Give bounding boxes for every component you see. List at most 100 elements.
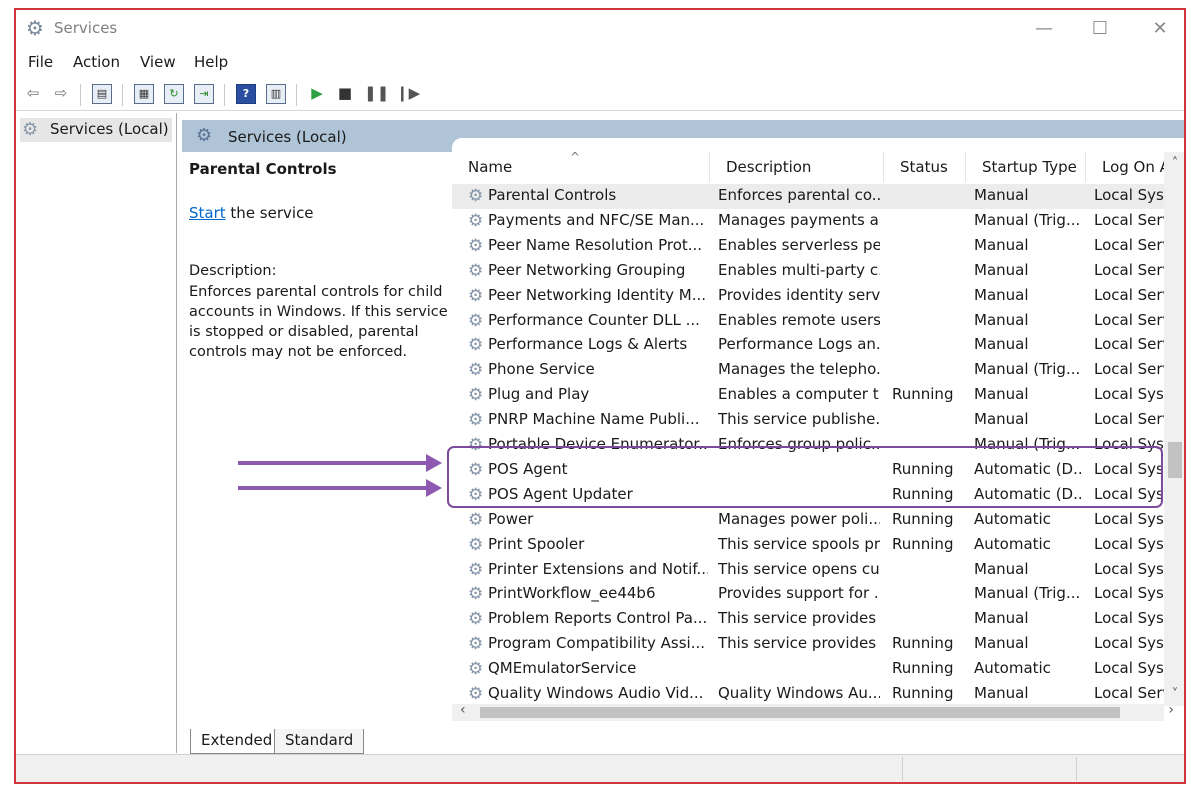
- view-tabs: Extended Standard: [182, 725, 1184, 755]
- pane-title: Services (Local): [228, 128, 347, 146]
- status-divider: [1076, 757, 1077, 781]
- help-icon[interactable]: ?: [236, 84, 256, 104]
- column-header-startup-type[interactable]: Startup Type: [966, 152, 1086, 182]
- cell-description: Provides identity serv...: [718, 285, 880, 304]
- cell-startup-type: Automatic: [974, 659, 1051, 678]
- refresh-icon[interactable]: ↻: [164, 84, 184, 104]
- cell-description: Enforces parental co...: [718, 186, 880, 204]
- maximize-button[interactable]: ☐: [1080, 14, 1120, 44]
- cell-startup-type: Manual: [974, 559, 1029, 578]
- vertical-scrollbar[interactable]: ˄ ˅: [1164, 152, 1184, 706]
- column-header-log-on-as[interactable]: Log On As: [1086, 152, 1178, 182]
- column-header-status[interactable]: Status: [884, 152, 966, 182]
- table-row[interactable]: ⚙ QMEmulatorService Running Automatic Local …: [452, 657, 1164, 682]
- back-arrow-icon[interactable]: ⇦: [22, 82, 44, 104]
- menu-help[interactable]: Help: [194, 53, 228, 71]
- start-service-link[interactable]: Start: [189, 204, 226, 222]
- menu-action[interactable]: Action: [73, 53, 120, 71]
- toolbar-separator: [80, 84, 81, 106]
- cell-description: This service opens cu...: [718, 559, 880, 578]
- cell-name: QMEmulatorService: [488, 659, 637, 678]
- table-row[interactable]: ⚙ Peer Networking Grouping Enables multi-p…: [452, 259, 1164, 284]
- description-label: Description:: [189, 263, 277, 279]
- cell-name: Plug and Play: [488, 385, 590, 404]
- cell-startup-type: Manual: [974, 385, 1029, 404]
- column-header-description[interactable]: Description: [710, 152, 884, 182]
- properties-icon[interactable]: ▦: [134, 84, 154, 104]
- service-gear-icon: ⚙: [468, 584, 484, 605]
- cell-description: Performance Logs an...: [718, 335, 880, 354]
- table-row[interactable]: ⚙ Printer Extensions and Notif... This ser…: [452, 558, 1164, 583]
- tree-item-services-local[interactable]: ⚙ Services (Local): [20, 118, 172, 142]
- selected-service-title: Parental Controls: [189, 160, 337, 178]
- column-header-name-label: Name: [468, 158, 513, 176]
- horizontal-scroll-thumb[interactable]: [480, 707, 1120, 718]
- scroll-down-icon[interactable]: ˅: [1164, 687, 1184, 702]
- gear-icon: ⚙: [22, 119, 39, 140]
- table-row[interactable]: ⚙ PNRP Machine Name Publi... This service …: [452, 408, 1164, 433]
- table-row[interactable]: ⚙ Parental Controls Enforces parental co..…: [452, 184, 1164, 209]
- table-row[interactable]: ⚙ Program Compatibility Assi... This servi…: [452, 632, 1164, 657]
- service-gear-icon: ⚙: [468, 360, 484, 381]
- start-service-suffix: the service: [225, 204, 314, 222]
- cell-name: Quality Windows Audio Vid...: [488, 684, 704, 702]
- resume-service-icon[interactable]: ❙▶: [396, 82, 420, 104]
- cell-description: Enables a computer t...: [718, 385, 880, 404]
- table-row[interactable]: ⚙ Performance Counter DLL ... Enables remo…: [452, 309, 1164, 334]
- export-list-icon[interactable]: ⇥: [194, 84, 214, 104]
- table-row[interactable]: ⚙ Power Manages power poli... Running Automa…: [452, 508, 1164, 533]
- column-header-row: ^ Name Description Status Startup Type L…: [452, 150, 1184, 182]
- table-row[interactable]: ⚙ Plug and Play Enables a computer t... Run…: [452, 383, 1164, 408]
- title-bar[interactable]: ⚙ Services — ☐ ✕: [16, 10, 1184, 48]
- table-row[interactable]: ⚙ Peer Networking Identity M... Provides i…: [452, 284, 1164, 309]
- cell-description: Enables multi-party c...: [718, 260, 880, 279]
- toolbar-separator: [224, 84, 225, 106]
- table-row[interactable]: ⚙ PrintWorkflow_ee44b6 Provides support fo…: [452, 582, 1164, 607]
- cell-description: Provides support for ...: [718, 584, 880, 603]
- service-gear-icon: ⚙: [468, 235, 484, 256]
- cell-name: Parental Controls: [488, 186, 617, 204]
- service-gear-icon: ⚙: [468, 335, 484, 356]
- stop-service-icon[interactable]: ■: [334, 82, 356, 104]
- cell-startup-type: Manual: [974, 285, 1029, 304]
- table-row[interactable]: ⚙ Problem Reports Control Pa... This servi…: [452, 607, 1164, 632]
- start-service-icon[interactable]: ▶: [306, 82, 328, 104]
- cell-name: Peer Networking Grouping: [488, 260, 686, 279]
- forward-arrow-icon[interactable]: ⇨: [50, 82, 72, 104]
- cell-startup-type: Manual: [974, 335, 1029, 354]
- table-row[interactable]: ⚙ Payments and NFC/SE Man... Manages payme…: [452, 209, 1164, 234]
- scroll-right-icon[interactable]: ›: [1168, 702, 1174, 718]
- scroll-left-icon[interactable]: ‹: [460, 702, 466, 718]
- column-header-name[interactable]: ^ Name: [452, 150, 710, 182]
- horizontal-scrollbar[interactable]: ‹ ›: [452, 702, 1174, 721]
- scroll-up-icon[interactable]: ˄: [1164, 156, 1184, 171]
- cell-log-on-as: Local Syste...: [1094, 509, 1164, 528]
- table-row[interactable]: ⚙ Peer Name Resolution Prot... Enables ser…: [452, 234, 1164, 259]
- close-button[interactable]: ✕: [1140, 14, 1180, 44]
- cell-description: This service spools pr...: [718, 534, 880, 553]
- cell-description: Manages power poli...: [718, 509, 880, 528]
- minimize-button[interactable]: —: [1024, 14, 1064, 44]
- cell-startup-type: Manual: [974, 609, 1029, 628]
- table-row[interactable]: ⚙ Print Spooler This service spools pr... R…: [452, 533, 1164, 558]
- toolbar: ⇦ ⇨ ▤ ▦ ↻ ⇥ ? ▥ ▶ ■ ❚❚ ❙▶: [16, 78, 1184, 111]
- table-row[interactable]: ⚙ Phone Service Manages the telepho... Manu…: [452, 358, 1164, 383]
- show-hide-action-pane-icon[interactable]: ▥: [266, 84, 286, 104]
- tab-standard[interactable]: Standard: [274, 729, 365, 754]
- cell-log-on-as: Local Syste...: [1094, 534, 1164, 553]
- annotation-highlight-box: [447, 446, 1163, 508]
- cell-log-on-as: Local Service: [1094, 235, 1164, 254]
- cell-name: Payments and NFC/SE Man...: [488, 210, 705, 229]
- cell-startup-type: Manual (Trig...: [974, 360, 1081, 379]
- show-console-tree-icon[interactable]: ▤: [92, 84, 112, 104]
- cell-startup-type: Manual: [974, 235, 1029, 254]
- pause-service-icon[interactable]: ❚❚: [364, 82, 389, 104]
- vertical-scroll-thumb[interactable]: [1168, 442, 1182, 478]
- annotation-arrow-pos-agent: [238, 454, 442, 472]
- cell-name: Printer Extensions and Notif...: [488, 559, 708, 578]
- table-row[interactable]: ⚙ Performance Logs & Alerts Performance Lo…: [452, 333, 1164, 358]
- menu-file[interactable]: File: [28, 53, 53, 71]
- sort-ascending-icon: ^: [570, 150, 581, 164]
- menu-view[interactable]: View: [140, 53, 176, 71]
- tab-extended[interactable]: Extended: [190, 729, 284, 754]
